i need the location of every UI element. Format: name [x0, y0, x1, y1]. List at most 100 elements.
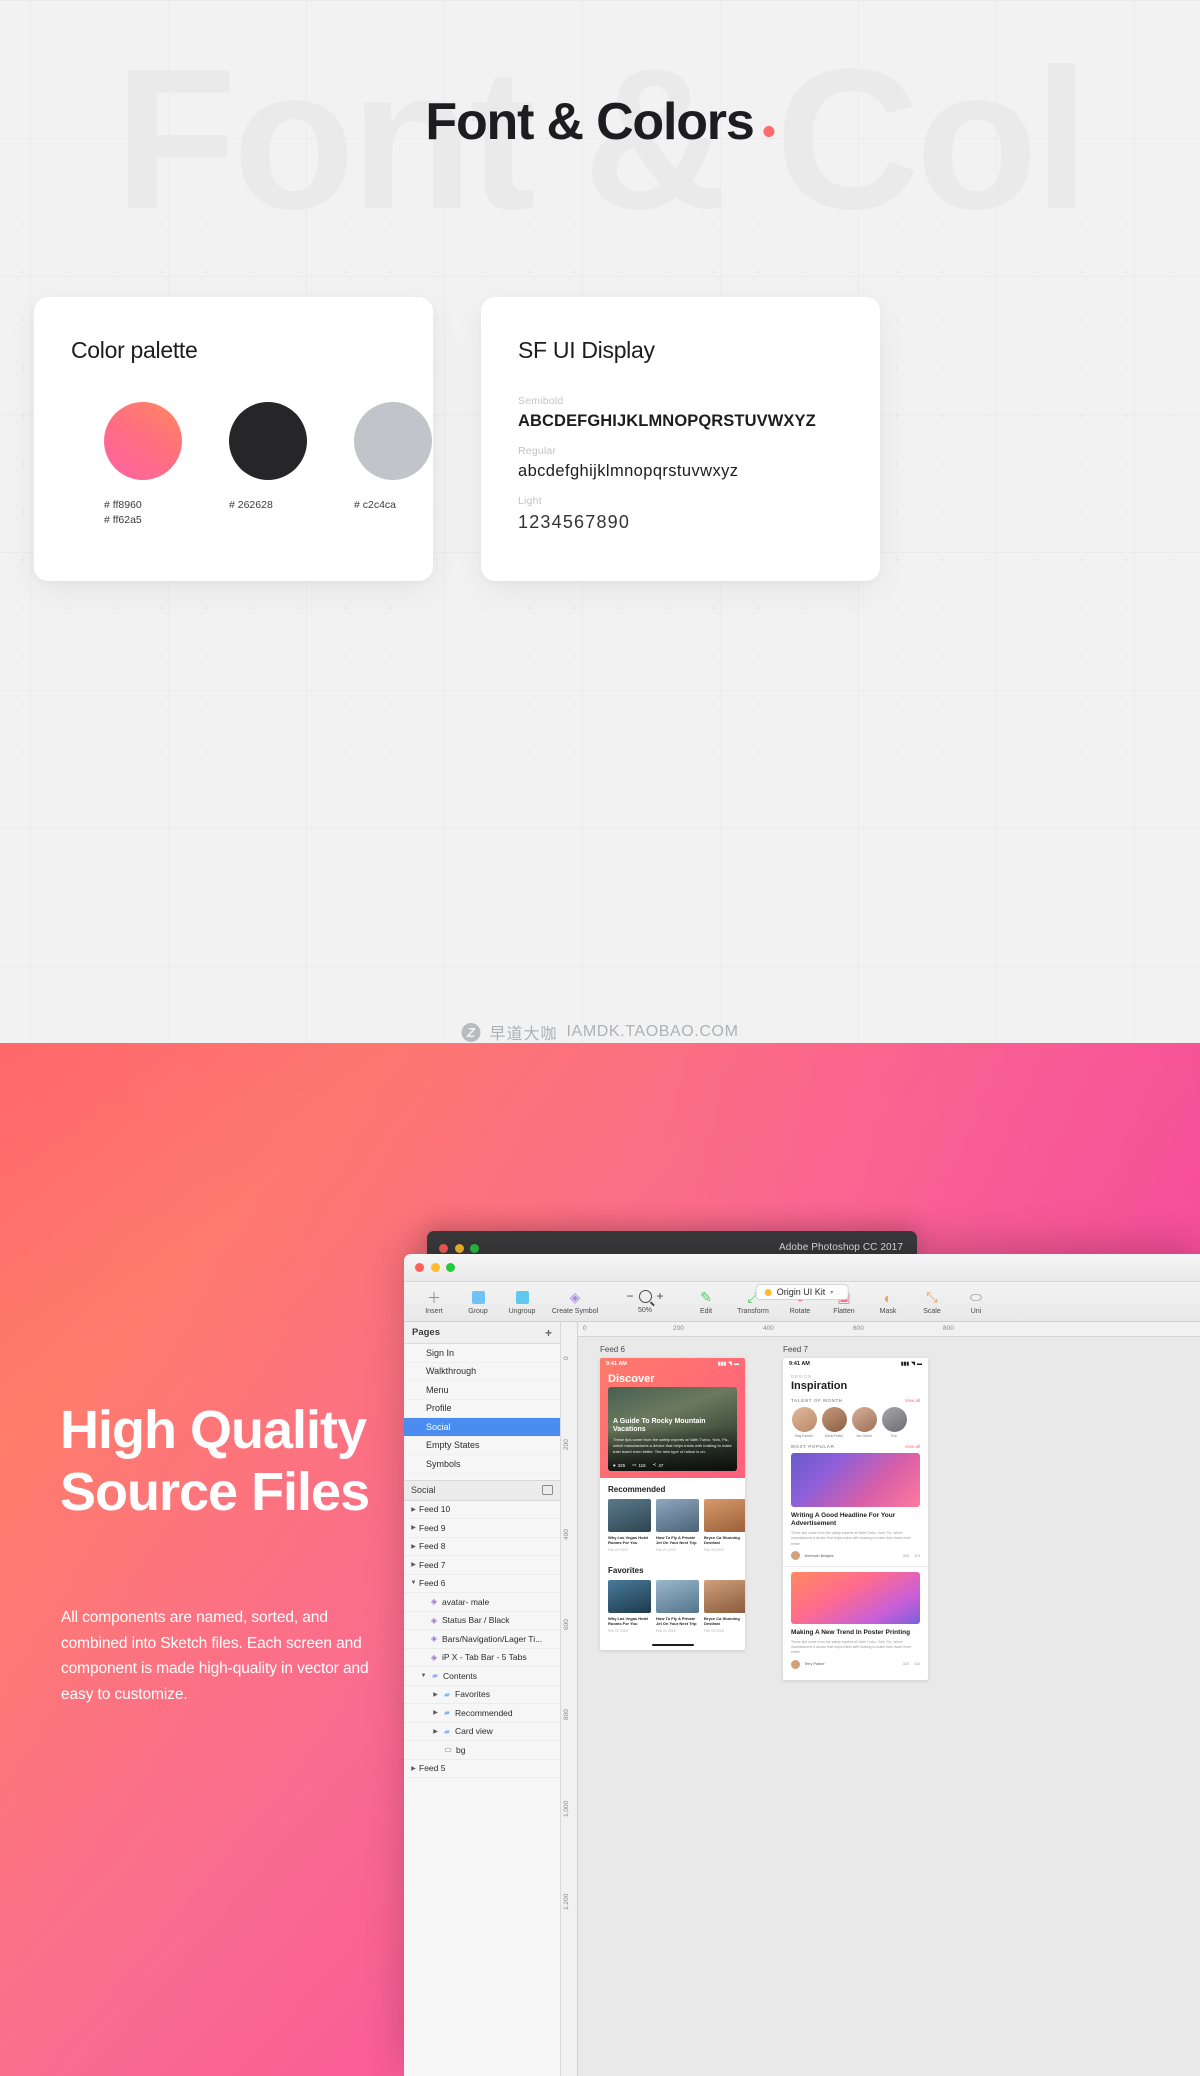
layer-item[interactable]: ▶ ▰ Recommended [404, 1704, 560, 1723]
page-item-symbols[interactable]: Symbols [404, 1455, 560, 1474]
toolbar-ungroup-button[interactable]: Ungroup [500, 1288, 544, 1315]
avatar-item[interactable]: Eve [881, 1407, 907, 1438]
chevron-right-icon[interactable]: ▶ [408, 1765, 419, 1772]
mini-card[interactable]: Bryce Ca Stunning Destinat Feb 19 2018 [704, 1499, 745, 1552]
chevron-down-icon[interactable]: ▾ [830, 1289, 833, 1296]
view-all-link[interactable]: View all [905, 1444, 920, 1449]
chevron-down-icon[interactable]: ▼ [418, 1673, 429, 1679]
page-item-sign-in[interactable]: Sign In [404, 1344, 560, 1363]
avatar-item[interactable]: May Farmer [791, 1407, 817, 1438]
sketch-traffic-lights[interactable] [415, 1263, 455, 1272]
swatch-item-gradient[interactable]: # ff8960 # ff62a5 [104, 402, 182, 528]
zoom-control[interactable]: − + 50% [606, 1289, 684, 1314]
close-button-icon[interactable] [439, 1244, 448, 1253]
view-all-link[interactable]: View all [905, 1398, 920, 1403]
sketch-canvas[interactable]: 0 200 400 600 800 0 200 400 600 800 1,00… [561, 1322, 1200, 2076]
sketch-sidebar: Pages + Sign In Walkthrough Menu Profile… [404, 1322, 561, 2076]
layer-item-contents[interactable]: ▼ ▰ Contents [404, 1667, 560, 1686]
maximize-button-icon[interactable] [470, 1244, 479, 1253]
page-item-menu[interactable]: Menu [404, 1381, 560, 1400]
page-item-social[interactable]: Social [404, 1418, 560, 1437]
swatch-item-gray[interactable]: # c2c4ca [354, 402, 432, 513]
layer-item[interactable]: ▶ Feed 5 [404, 1760, 560, 1778]
chevron-right-icon[interactable]: ▶ [430, 1691, 441, 1698]
artboard-name-feed6[interactable]: Feed 6 [600, 1345, 745, 1354]
layer-item[interactable]: ▶ ▰ Favorites [404, 1686, 560, 1704]
layer-item[interactable]: ◈ Status Bar / Black [404, 1612, 560, 1630]
accent-dot-icon [763, 126, 775, 137]
mini-card[interactable]: Why Las Vegas Hotel Rooms For You Feb 22… [608, 1499, 651, 1552]
minimize-button-icon[interactable] [430, 1263, 440, 1272]
layer-item[interactable]: ▶ Feed 9 [404, 1519, 560, 1538]
mini-card[interactable]: How To Fly A Private Jet On Your Next Tr… [656, 1499, 699, 1552]
layer-item[interactable]: ▶ Feed 7 [404, 1556, 560, 1575]
layer-item[interactable]: ◈ avatar- male [404, 1593, 560, 1612]
swatch-item-dark[interactable]: # 262628 [229, 402, 307, 513]
add-page-icon[interactable]: + [545, 1327, 552, 1339]
artboard-wrapper-feed7: Feed 7 9:41 AM ▮▮▮ ◥ ▬ DESIGN Inspiratio… [783, 1345, 928, 2076]
chevron-right-icon[interactable]: ▶ [430, 1728, 441, 1735]
mini-card[interactable]: How To Fly A Private Jet On Your Next Tr… [656, 1579, 699, 1633]
artboard-name-feed7[interactable]: Feed 7 [783, 1345, 928, 1354]
mini-card[interactable]: Bryce Ca Stunning Destinat Feb 19 2018 [704, 1579, 745, 1633]
typography-title: SF UI Display [518, 337, 655, 363]
photoshop-traffic-lights[interactable] [439, 1244, 479, 1253]
avatar-item[interactable]: David Potter [821, 1407, 847, 1438]
chevron-right-icon[interactable]: ▶ [408, 1524, 419, 1531]
layer-item[interactable]: ▶ Feed 10 [404, 1501, 560, 1519]
toolbar-label: Mask [879, 1308, 897, 1315]
document-tab[interactable]: Origin UI Kit ▾ [755, 1284, 849, 1300]
toolbar-group-button[interactable]: Group [456, 1288, 500, 1315]
feed6-hero-card[interactable]: A Guide To Rocky Mountain Vacations Thes… [608, 1387, 737, 1471]
chevron-down-icon[interactable]: ▼ [408, 1580, 419, 1586]
watermark-cn-text: 早道大咖 [489, 1026, 558, 1043]
layer-filter-icon[interactable] [542, 1485, 553, 1495]
layer-item[interactable]: ◈ iP X - Tab Bar - 5 Tabs [404, 1649, 560, 1667]
popular-section-header: MOST POPULAR View all [783, 1444, 928, 1453]
layer-item[interactable]: ▶ Feed 8 [404, 1538, 560, 1556]
page-item-profile[interactable]: Profile [404, 1400, 560, 1418]
page-item-walkthrough[interactable]: Walkthrough [404, 1363, 560, 1381]
ruler-tick: 200 [673, 1325, 684, 1332]
status-time: 9:41 AM [606, 1360, 627, 1367]
toolbar-create-symbol-button[interactable]: ◈ Create Symbol [544, 1288, 606, 1315]
layer-item-feed6[interactable]: ▼ Feed 6 [404, 1575, 560, 1593]
toolbar-edit-button[interactable]: ✎ Edit [684, 1288, 728, 1315]
chevron-right-icon[interactable]: ▶ [408, 1506, 419, 1513]
minimize-button-icon[interactable] [454, 1244, 464, 1253]
swatch-hex-1: # c2c4ca [354, 499, 397, 511]
toolbar-insert-button[interactable]: ＋ Insert [412, 1288, 456, 1316]
sketch-window[interactable]: Origin UI Kit ▾ ＋ Insert Group Ungroup ◈… [404, 1254, 1200, 2076]
scale-icon: ⤡ [926, 1289, 938, 1305]
avatar-item[interactable]: Jon Glover [851, 1407, 877, 1438]
pages-list: Sign In Walkthrough Menu Profile Social … [404, 1344, 560, 1474]
toolbar-scale-button[interactable]: ⤡ Scale [910, 1288, 954, 1315]
document-status-icon [764, 1288, 772, 1296]
layer-item[interactable]: ▭ bg [404, 1741, 560, 1760]
hero-headline: A Guide To Rocky Mountain Vacations [613, 1417, 706, 1434]
vertical-ruler[interactable]: 0 200 400 600 800 1,000 1,200 [561, 1322, 578, 2076]
maximize-button-icon[interactable] [446, 1263, 455, 1272]
layer-item[interactable]: ▶ ▰ Card view [404, 1723, 560, 1741]
zoom-out-icon[interactable]: − [626, 1290, 633, 1302]
layer-item[interactable]: ◈ Bars/Navigation/Lager Ti... [404, 1630, 560, 1649]
stat-likes: 325 [902, 1662, 909, 1667]
chevron-right-icon[interactable]: ▶ [430, 1709, 441, 1716]
toolbar-mask-button[interactable]: ◐ Mask [866, 1288, 910, 1316]
toolbar-union-button[interactable]: ⬭ Uni [954, 1288, 998, 1315]
status-icons: ▮▮▮ ◥ ▬ [718, 1361, 739, 1367]
artboard-feed7[interactable]: 9:41 AM ▮▮▮ ◥ ▬ DESIGN Inspiration TALEN… [783, 1358, 928, 1680]
magnifier-icon[interactable] [638, 1289, 652, 1303]
avatar-name: David Potter [824, 1434, 844, 1438]
toolbar-label: Group [468, 1308, 488, 1315]
artboard-feed6[interactable]: 9:41 AM ▮▮▮ ◥ ▬ Discover A Guide To Rock… [600, 1358, 745, 1650]
zoom-in-icon[interactable]: + [657, 1290, 664, 1302]
close-button-icon[interactable] [415, 1263, 424, 1272]
horizontal-ruler[interactable]: 0 200 400 600 800 [561, 1322, 1200, 1337]
chevron-right-icon[interactable]: ▶ [408, 1561, 419, 1568]
stat-comments: ▭ 115 [632, 1462, 645, 1468]
author-name: Jeremiah Bridges [804, 1553, 834, 1558]
mini-card[interactable]: Why Las Vegas Hotel Rooms For You Feb 22… [608, 1579, 651, 1633]
chevron-right-icon[interactable]: ▶ [408, 1543, 419, 1550]
page-item-empty-states[interactable]: Empty States [404, 1437, 560, 1455]
